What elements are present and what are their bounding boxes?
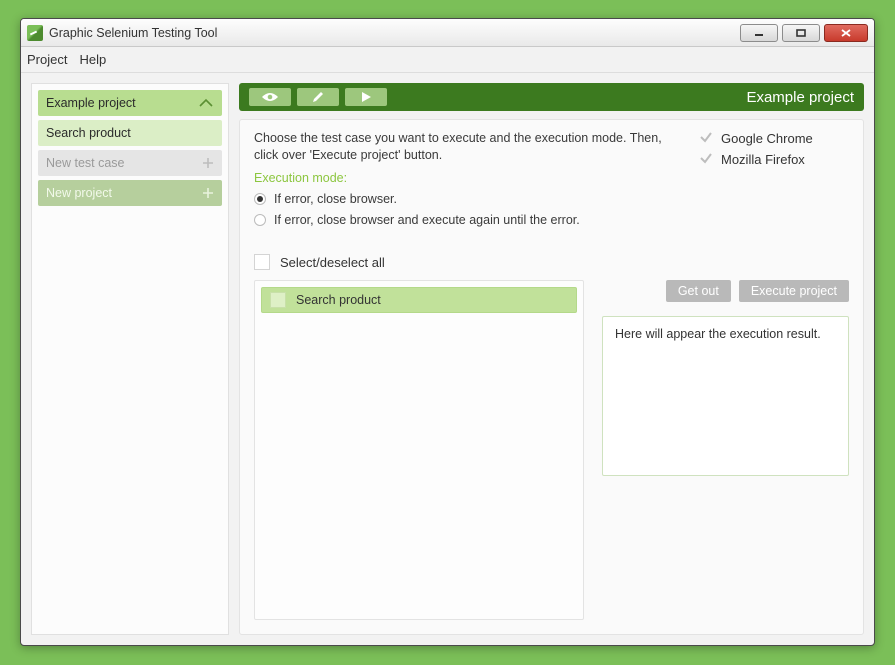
execution-panel: Choose the test case you want to execute…: [239, 119, 864, 635]
get-out-button[interactable]: Get out: [666, 280, 731, 302]
close-button[interactable]: [824, 24, 868, 42]
minimize-button[interactable]: [740, 24, 778, 42]
select-all-label: Select/deselect all: [280, 255, 385, 270]
execmode-option-1[interactable]: If error, close browser.: [254, 191, 687, 208]
plus-icon: [202, 157, 214, 169]
browser-option-firefox[interactable]: Mozilla Firefox: [699, 151, 849, 168]
browser-option-chrome[interactable]: Google Chrome: [699, 130, 849, 147]
testcase-item-label: Search product: [296, 293, 381, 307]
sidebar-new-testcase-label: New test case: [46, 156, 125, 170]
body: Example project Search product New test …: [21, 73, 874, 645]
sidebar-new-project[interactable]: New project: [38, 180, 222, 206]
sidebar-testcase-item[interactable]: Search product: [38, 120, 222, 146]
result-box: Here will appear the execution result.: [602, 316, 849, 476]
execmode-label: Execution mode:: [254, 170, 687, 187]
menu-help[interactable]: Help: [79, 52, 106, 67]
execmode-option-2-label: If error, close browser and execute agai…: [274, 212, 580, 229]
right-column: Get out Execute project Here will appear…: [602, 280, 849, 620]
select-all-row[interactable]: Select/deselect all: [254, 254, 849, 270]
content: Example project Choose the test case you…: [239, 83, 864, 635]
minimize-icon: [754, 29, 764, 37]
sidebar: Example project Search product New test …: [31, 83, 229, 635]
sidebar-project-item[interactable]: Example project: [38, 90, 222, 116]
app-icon: [27, 25, 43, 41]
testcase-item[interactable]: Search product: [261, 287, 577, 313]
sidebar-testcase-label: Search product: [46, 126, 131, 140]
radio-icon: [254, 214, 266, 226]
radio-icon: [254, 193, 266, 205]
content-header: Example project: [239, 83, 864, 111]
titlebar: Graphic Selenium Testing Tool: [21, 19, 874, 47]
checkbox-icon: [254, 254, 270, 270]
execmode-option-1-label: If error, close browser.: [274, 191, 397, 208]
edit-button[interactable]: [297, 88, 339, 106]
panel-top: Choose the test case you want to execute…: [254, 130, 849, 228]
browser-firefox-label: Mozilla Firefox: [721, 152, 805, 167]
instructions-block: Choose the test case you want to execute…: [254, 130, 687, 228]
check-icon: [699, 130, 713, 147]
view-button[interactable]: [249, 88, 291, 106]
checkbox-icon: [270, 292, 286, 308]
lower-area: Search product Get out Execute project H…: [254, 280, 849, 620]
browser-list: Google Chrome Mozilla Firefox: [699, 130, 849, 228]
header-title: Example project: [746, 89, 854, 106]
pencil-icon: [311, 90, 325, 104]
maximize-icon: [796, 29, 806, 37]
instructions-text: Choose the test case you want to execute…: [254, 130, 687, 164]
app-window: Graphic Selenium Testing Tool Project He…: [20, 18, 875, 646]
window-title: Graphic Selenium Testing Tool: [49, 26, 736, 40]
menubar: Project Help: [21, 47, 874, 73]
action-buttons: Get out Execute project: [602, 280, 849, 302]
run-button[interactable]: [345, 88, 387, 106]
sidebar-new-testcase[interactable]: New test case: [38, 150, 222, 176]
play-icon: [360, 91, 372, 103]
testcase-list: Search product: [254, 280, 584, 620]
browser-chrome-label: Google Chrome: [721, 131, 813, 146]
close-icon: [841, 29, 851, 37]
chevron-up-icon: [198, 97, 214, 109]
maximize-button[interactable]: [782, 24, 820, 42]
check-icon: [699, 151, 713, 168]
menu-project[interactable]: Project: [27, 52, 67, 67]
execute-project-button[interactable]: Execute project: [739, 280, 849, 302]
window-controls: [736, 24, 868, 42]
eye-icon: [261, 91, 279, 103]
execmode-option-2[interactable]: If error, close browser and execute agai…: [254, 212, 687, 229]
plus-icon: [202, 187, 214, 199]
sidebar-new-project-label: New project: [46, 186, 112, 200]
sidebar-project-label: Example project: [46, 96, 136, 110]
